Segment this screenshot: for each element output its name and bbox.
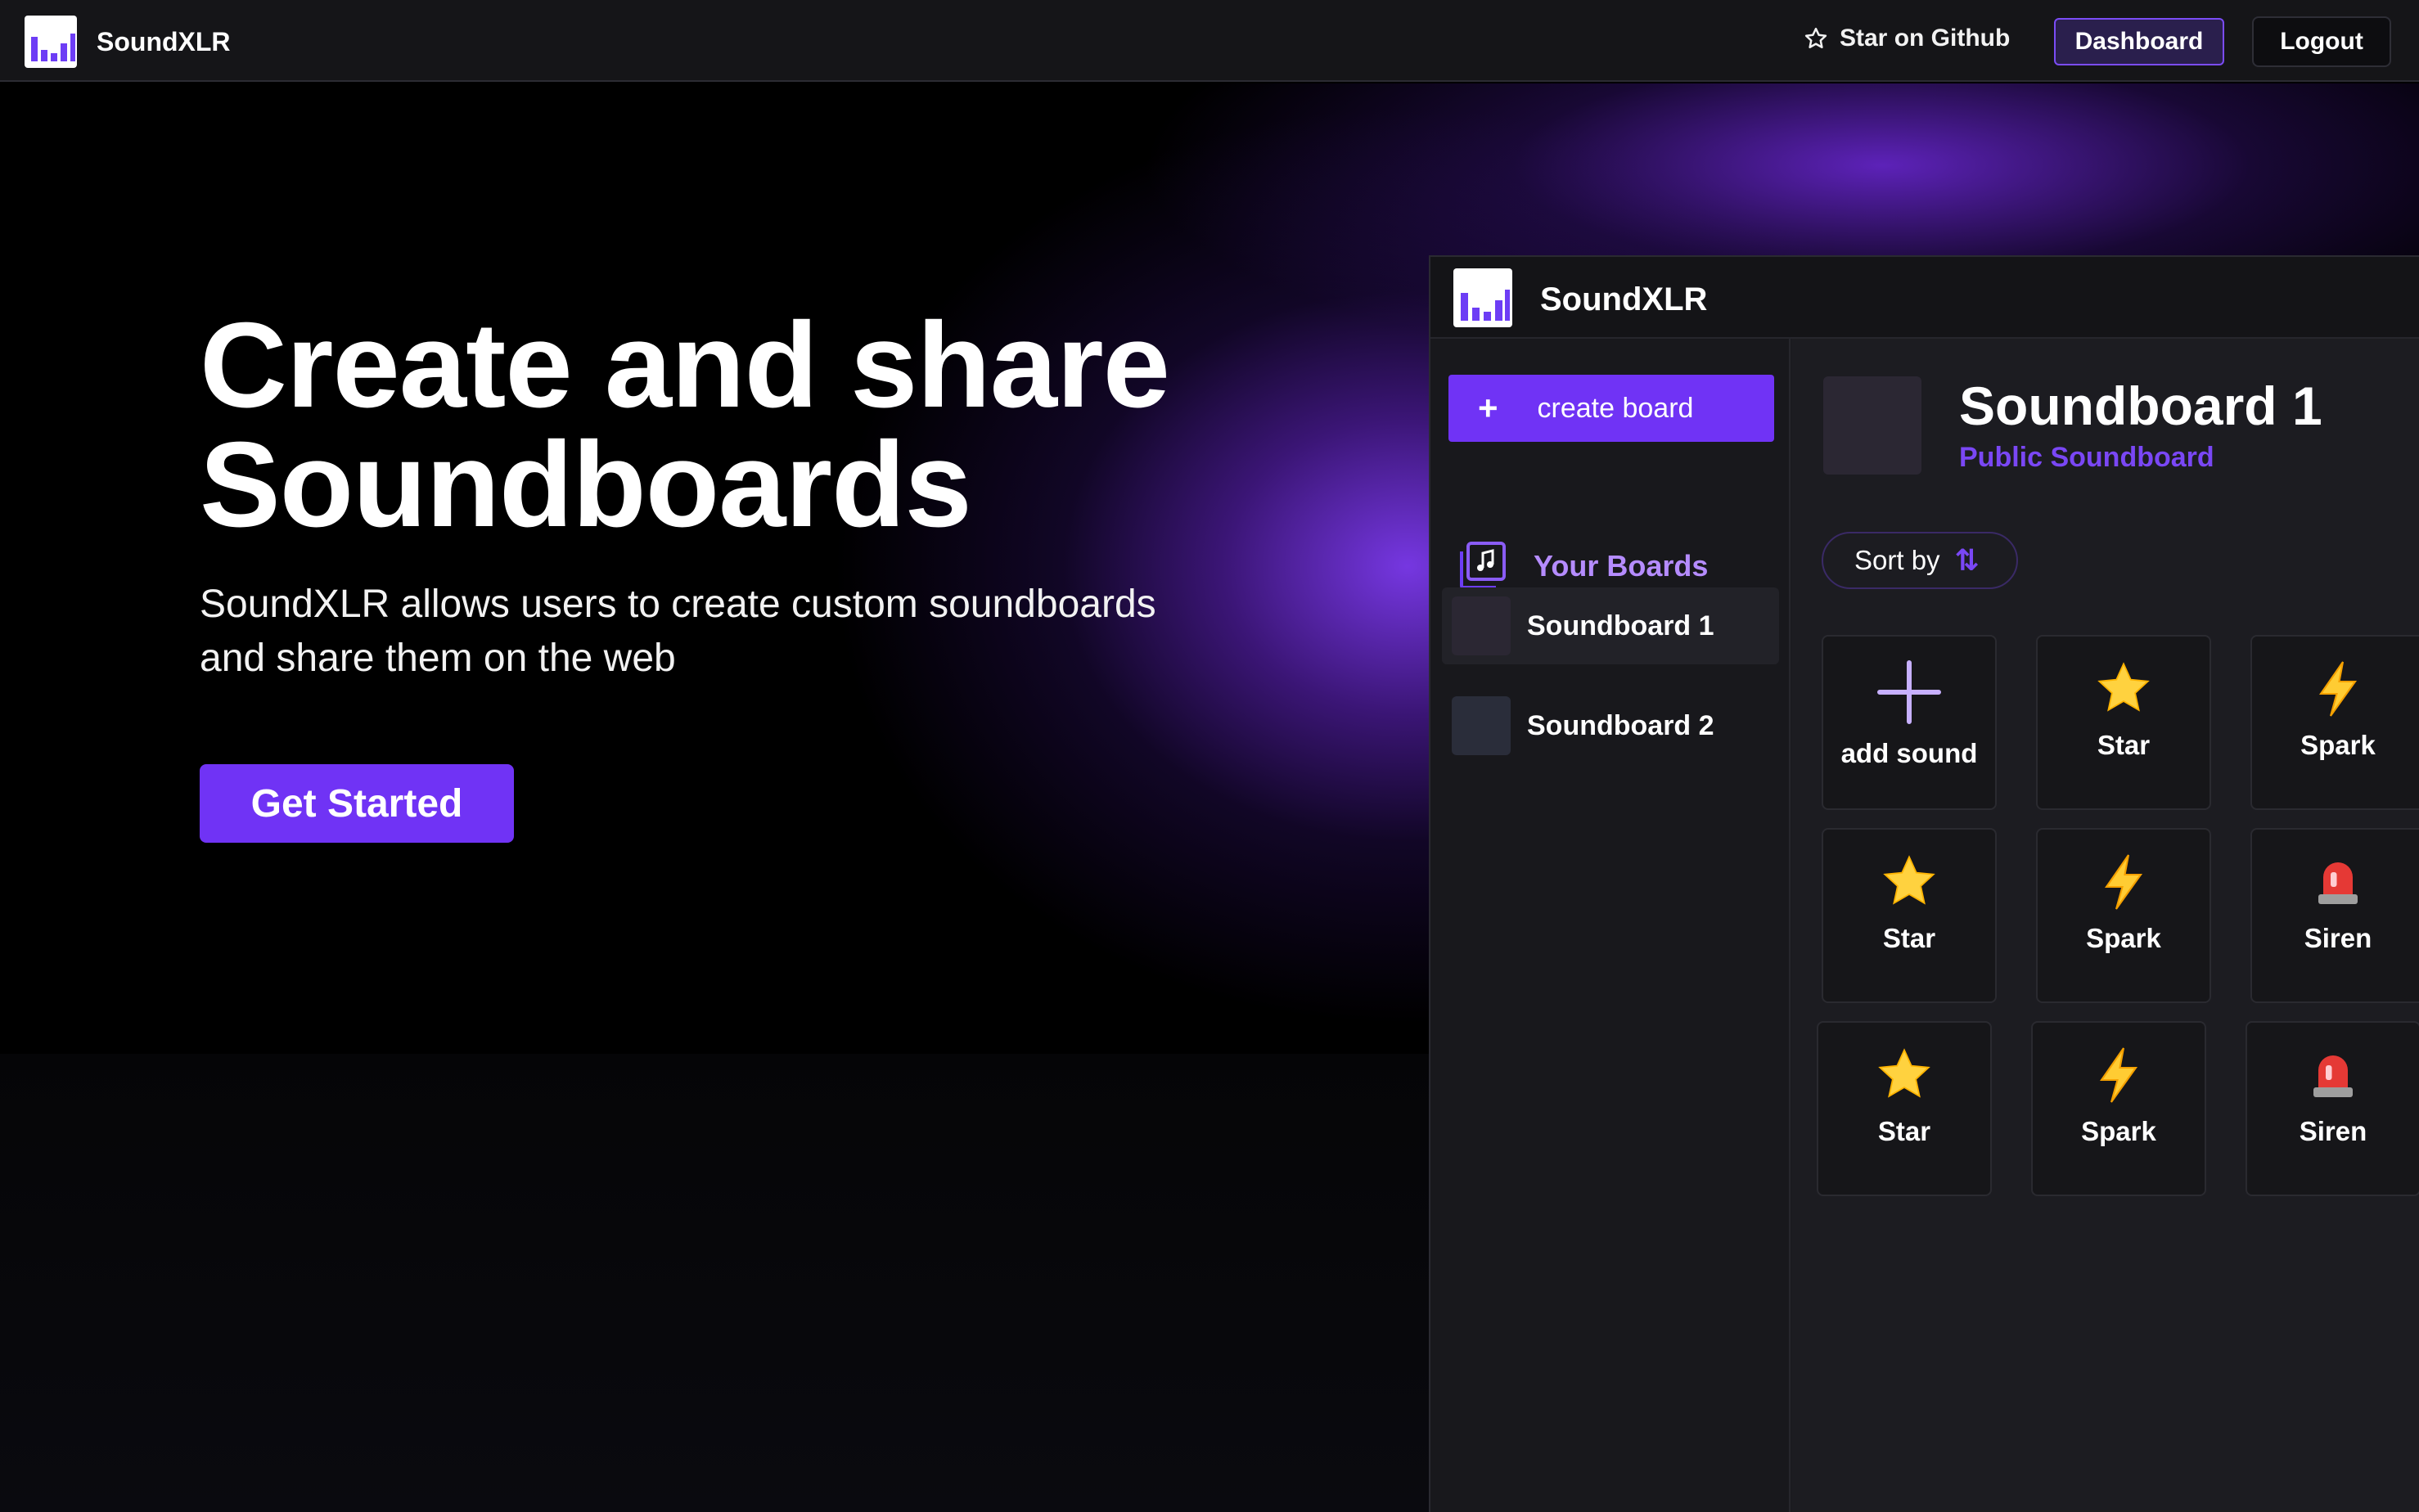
add-sound-tile[interactable]: add sound xyxy=(1822,635,1997,810)
sound-label: Siren xyxy=(2299,1116,2367,1146)
board-item-label: Soundboard 1 xyxy=(1527,610,1714,641)
create-board-button[interactable]: + create board xyxy=(1448,375,1774,442)
plus-icon: + xyxy=(1478,389,1498,427)
create-board-label: create board xyxy=(1537,392,1694,424)
siren-emoji-icon xyxy=(2312,849,2364,915)
sound-label: Spark xyxy=(2086,923,2161,953)
sound-tile[interactable]: Spark xyxy=(2031,1021,2206,1196)
star-outline-icon xyxy=(1804,27,1827,48)
star-emoji-icon xyxy=(1875,1042,1934,1108)
soundxlr-logo-icon xyxy=(1453,268,1512,327)
sound-label: Spark xyxy=(2300,730,2376,760)
board-title: Soundboard 1 xyxy=(1959,376,2322,436)
app-preview: SoundXLR + create board Your Boards Soun… xyxy=(1429,255,2419,1512)
add-sound-label: add sound xyxy=(1840,738,1978,768)
sound-tile[interactable]: Star xyxy=(1822,828,1997,1003)
preview-app-title: SoundXLR xyxy=(1540,281,1708,317)
sound-tile[interactable]: Siren xyxy=(2250,828,2419,1003)
sort-by-button[interactable]: Sort by ⇅ xyxy=(1822,532,2018,589)
sort-arrows-icon: ⇅ xyxy=(1954,543,1980,577)
hero-subline: SoundXLR allows users to create custom s… xyxy=(200,578,1264,686)
sound-tile[interactable]: Star xyxy=(2036,635,2211,810)
star-on-github-link[interactable]: Star on Github xyxy=(1804,25,2010,52)
preview-header: SoundXLR xyxy=(1430,257,2419,339)
hero-headline: Create and share Soundboards xyxy=(200,305,1427,546)
sort-by-label: Sort by xyxy=(1854,545,1940,575)
dashboard-button[interactable]: Dashboard xyxy=(2054,18,2224,65)
logout-button[interactable]: Logout xyxy=(2252,16,2391,67)
lightning-emoji-icon xyxy=(2097,849,2150,915)
sound-tile[interactable]: Spark xyxy=(2036,828,2211,1003)
board-cover-image xyxy=(1823,376,1921,475)
headline-line-2: Soundboards xyxy=(200,417,972,552)
sidebar-board-item[interactable]: Soundboard 1 xyxy=(1442,587,1779,664)
brand[interactable]: SoundXLR xyxy=(25,16,231,68)
soundxlr-logo-icon xyxy=(25,16,77,68)
brand-name: SoundXLR xyxy=(97,26,231,56)
subline-line-1: SoundXLR allows users to create custom s… xyxy=(200,583,1156,626)
board-visibility-label: Public Soundboard xyxy=(1959,442,2214,473)
sound-tile[interactable]: Siren xyxy=(2246,1021,2419,1196)
board-item-label: Soundboard 2 xyxy=(1527,709,1714,741)
lightning-emoji-icon xyxy=(2092,1042,2145,1108)
star-emoji-icon xyxy=(2094,656,2153,722)
music-library-icon xyxy=(1460,542,1506,589)
plus-icon xyxy=(1876,659,1942,725)
sound-label: Star xyxy=(1877,1116,1931,1146)
sound-label: Star xyxy=(1882,923,1936,953)
github-link-label: Star on Github xyxy=(1840,25,2011,52)
board-thumbnail xyxy=(1452,696,1511,755)
preview-main: Soundboard 1 Public Soundboard Sort by ⇅… xyxy=(1792,339,2419,1512)
siren-emoji-icon xyxy=(2307,1042,2359,1108)
your-boards-label: Your Boards xyxy=(1534,549,1709,583)
sound-label: Siren xyxy=(2304,923,2372,953)
top-nav: SoundXLR Star on Github Dashboard Logout xyxy=(0,0,2419,82)
your-boards-heading: Your Boards xyxy=(1457,540,1708,592)
sound-tile[interactable]: Spark xyxy=(2250,635,2419,810)
hero-lower-band xyxy=(0,1054,1432,1512)
star-emoji-icon xyxy=(1880,849,1939,915)
subline-line-2: and share them on the web xyxy=(200,637,676,680)
sound-label: Spark xyxy=(2081,1116,2156,1146)
sound-tile[interactable]: Star xyxy=(1817,1021,1992,1196)
sound-label: Star xyxy=(2097,730,2151,760)
preview-sidebar: + create board Your Boards Soundboard 1 … xyxy=(1430,339,1791,1512)
lightning-emoji-icon xyxy=(2312,656,2364,722)
board-thumbnail xyxy=(1452,596,1511,655)
get-started-button[interactable]: Get Started xyxy=(200,764,514,843)
headline-line-1: Create and share xyxy=(200,298,1170,433)
sidebar-board-item[interactable]: Soundboard 2 xyxy=(1442,687,1779,764)
